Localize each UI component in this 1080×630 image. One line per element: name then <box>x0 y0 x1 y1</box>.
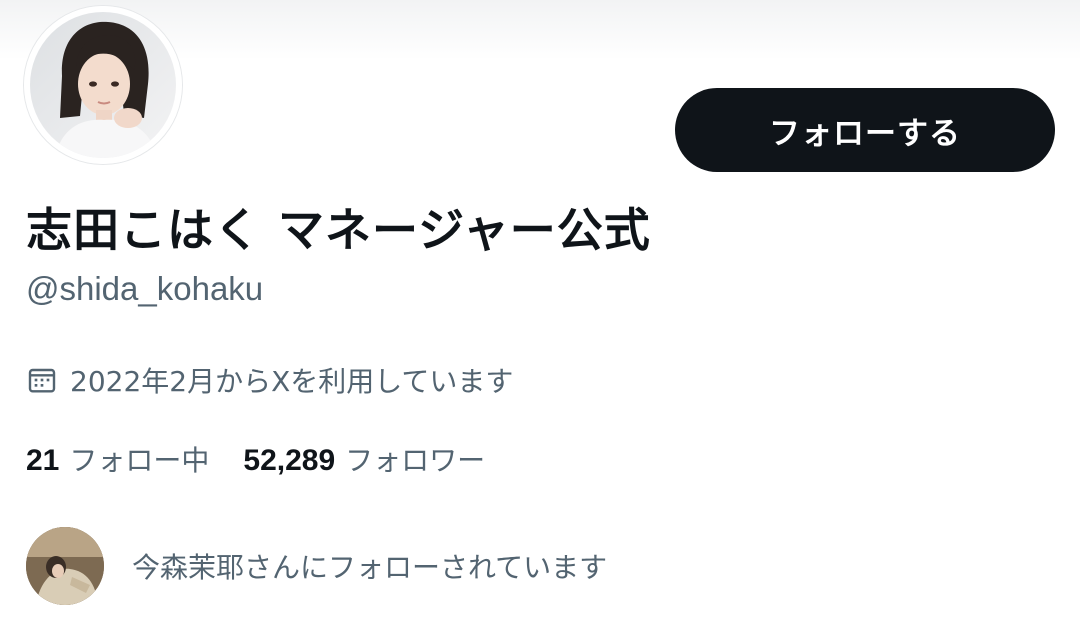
follower-photo <box>26 527 104 605</box>
followers-count: 52,289 <box>243 444 336 477</box>
join-date: 2022年2月からXを利用しています <box>26 360 513 400</box>
following-label: フォロー中 <box>69 444 210 477</box>
user-handle: @shida_kohaku <box>26 270 264 307</box>
followed-by-text: 今森茉耶さんにフォローされています <box>132 551 608 584</box>
calendar-icon <box>28 368 56 393</box>
followers-link[interactable]: 52,289 フォロワー <box>243 439 485 479</box>
profile-avatar[interactable] <box>24 6 182 164</box>
following-count: 21 <box>26 444 60 477</box>
followers-label: フォロワー <box>345 444 486 477</box>
join-date-text: 2022年2月からXを利用しています <box>70 365 514 398</box>
followed-by-row[interactable]: 今森茉耶さんにフォローされています <box>26 526 607 606</box>
following-link[interactable]: 21 フォロー中 <box>26 439 209 479</box>
avatar-photo <box>24 6 182 164</box>
display-name: 志田こはく マネージャー公式 <box>26 203 651 257</box>
follow-stats: 21 フォロー中 52,289 フォロワー <box>26 438 485 480</box>
follower-avatar[interactable] <box>26 527 104 605</box>
follow-button[interactable]: フォローする <box>675 88 1055 172</box>
profile-page: フォローする 志田こはく マネージャー公式 @shida_kohaku 2022… <box>0 0 1080 630</box>
